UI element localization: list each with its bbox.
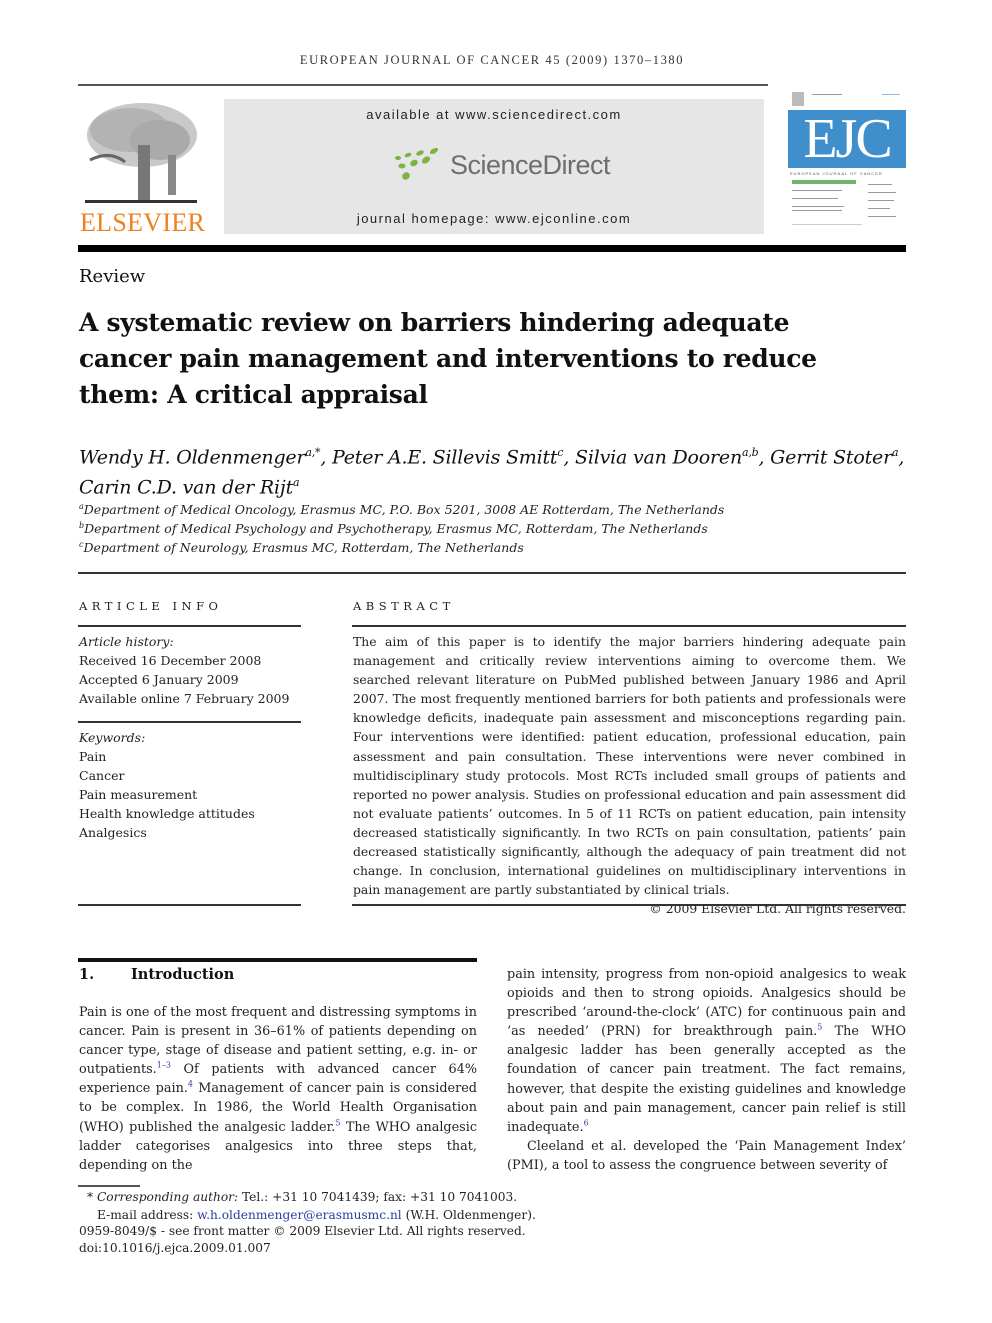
affiliation-text: Department of Medical Oncology, Erasmus … [83,502,725,518]
keyword: Health knowledge attitudes [79,806,255,821]
cover-title: EJC [803,108,892,170]
cover-title-band: EJC [788,110,906,168]
history-accepted: Accepted 6 January 2009 [79,672,239,687]
body-paragraph: Cleeland et al. developed the ‘Pain Mana… [507,1138,906,1173]
cover-elsevier-mini-logo [792,92,804,106]
citation-ref[interactable]: 1–3 [157,1061,171,1070]
affiliation-text: Department of Medical Psychology and Psy… [84,521,708,537]
cover-text-line [792,190,842,191]
masthead-rule [78,245,906,252]
header-rule [78,84,768,86]
author-name[interactable]: Peter A.E. Sillevis Smitt [332,446,558,468]
history-online: Available online 7 February 2009 [79,691,290,706]
email-label: E-mail address: [97,1208,198,1222]
history-rule [78,721,301,723]
doi-line[interactable]: doi:10.1016/j.ejca.2009.01.007 [79,1240,271,1257]
cover-text-line [868,192,896,193]
cover-subtitle: EUROPEAN JOURNAL OF CANCER [790,171,883,176]
abstract-body: The aim of this paper is to identify the… [353,632,906,918]
article-history-label: Article history: [79,634,174,649]
cover-text-line [882,94,900,95]
cover-text-line [792,198,838,199]
abstract-copyright: © 2009 Elsevier Ltd. All rights reserved… [649,901,906,917]
footnote-label: Corresponding author: [96,1190,239,1204]
author-separator: , [898,446,905,469]
title-line: them: A critical appraisal [79,380,428,409]
footnote-rule [78,1185,140,1187]
cover-text-line [792,206,844,207]
keywords-label: Keywords: [79,730,146,745]
keywords-section: Keywords: Pain Cancer Pain measurement H… [79,728,304,842]
section-title: Introduction [131,966,235,983]
cover-text-line [868,208,890,209]
article-info-heading: ARTICLE INFO [79,599,223,613]
article-type-label: Review [79,266,146,287]
article-history: Article history: Received 16 December 20… [79,632,304,708]
cover-text-line [812,94,842,95]
journal-cover-thumbnail[interactable]: EJC EUROPEAN JOURNAL OF CANCER [786,88,906,233]
elsevier-tree-logo [80,100,200,205]
author-name[interactable]: Carin C.D. van der Rijt [79,477,293,499]
abstract-rule [352,625,906,627]
footnote-contact: Tel.: +31 10 7041439; fax: +31 10 704100… [238,1190,518,1204]
issn-line: 0959-8049/$ - see front matter © 2009 El… [79,1224,526,1238]
intro-left-column: Pain is one of the most frequent and dis… [79,1003,477,1175]
author-name[interactable]: Wendy H. Oldenmenger [79,446,306,468]
article-title: A systematic review on barriers hinderin… [79,305,859,413]
keyword: Analgesics [79,825,147,840]
sciencedirect-dots-icon [395,148,439,180]
cover-text-line [792,224,862,225]
affiliation-rule [78,572,906,574]
affiliation: bDepartment of Medical Psychology and Ps… [79,521,708,536]
affiliation: cDepartment of Neurology, Erasmus MC, Ro… [79,540,524,555]
author-separator: , [320,446,332,469]
journal-homepage-link[interactable]: journal homepage: www.ejconline.com [224,211,764,226]
section-heading-introduction: 1. Introduction [79,966,234,983]
citation-ref[interactable]: 6 [584,1118,589,1127]
cover-text-line [792,210,842,211]
keyword: Pain [79,749,107,764]
footnote-marker: * [87,1190,94,1204]
abstract-heading: ABSTRACT [353,599,455,613]
intro-right-column: pain intensity, progress from non-opioid… [507,965,906,1175]
article-info-bottom-rule [78,904,301,906]
author-separator: , [758,446,771,469]
author-affil-sup[interactable]: a [293,476,300,489]
email-note: E-mail address: w.h.oldenmenger@erasmusm… [97,1207,536,1224]
title-line: cancer pain management and interventions… [79,344,817,373]
available-at-link[interactable]: available at www.sciencedirect.com [224,107,764,122]
sciencedirect-banner: available at www.sciencedirect.com Scien… [224,99,764,234]
email-link[interactable]: w.h.oldenmenger@erasmusmc.nl [197,1208,402,1222]
body-text: The WHO analgesic ladder has been genera… [507,1024,907,1135]
affiliation: aDepartment of Medical Oncology, Erasmus… [79,502,724,517]
section-rule [78,958,477,962]
history-received: Received 16 December 2008 [79,653,262,668]
article-info-rule [78,625,301,627]
abstract-text: The aim of this paper is to identify the… [353,634,906,898]
cover-text-line [868,184,892,185]
section-number: 1. [79,966,95,983]
corresponding-author-note: * Corresponding author: Tel.: +31 10 704… [87,1189,517,1206]
elsevier-wordmark: ELSEVIER [80,208,206,237]
affiliation-text: Department of Neurology, Erasmus MC, Rot… [83,540,524,556]
abstract-bottom-rule [352,904,906,906]
author-affil-sup[interactable]: a,* [305,446,320,459]
email-owner: (W.H. Oldenmenger). [401,1208,536,1222]
author-name[interactable]: Silvia van Dooren [575,446,742,468]
cover-text-line [868,216,896,217]
cover-green-bar [792,180,856,184]
keyword: Cancer [79,768,125,783]
author-affil-sup[interactable]: a,b [742,446,759,459]
running-head: EUROPEAN JOURNAL OF CANCER 45 (2009) 137… [299,53,685,67]
sciencedirect-logo[interactable]: ScienceDirect [392,147,611,183]
body-paragraph: pain intensity, progress from non-opioid… [507,965,906,1137]
keyword: Pain measurement [79,787,198,802]
author-separator: , [563,446,576,469]
sciencedirect-wordmark: ScienceDirect [450,149,611,180]
author-name[interactable]: Gerrit Stoter [770,446,892,468]
title-line: A systematic review on barriers hinderin… [79,308,790,337]
author-list: Wendy H. Oldenmengera,*, Peter A.E. Sill… [79,440,909,501]
cover-text-line [868,200,894,201]
